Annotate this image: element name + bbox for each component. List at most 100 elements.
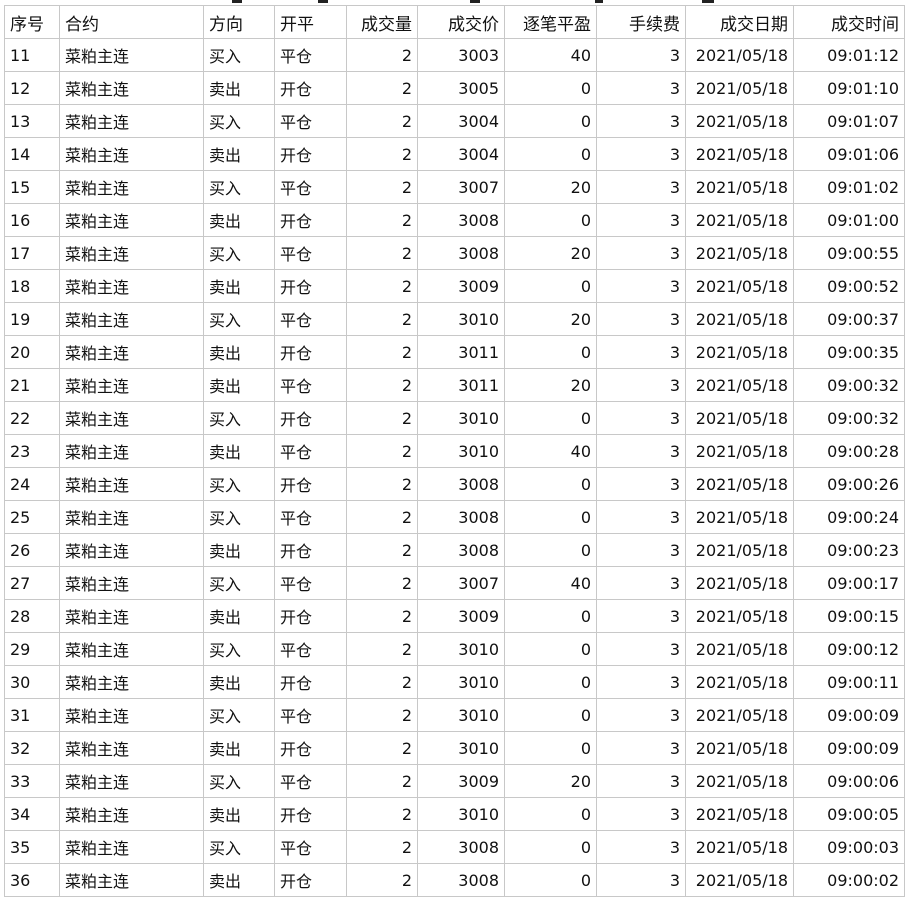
- cell-fee: 3: [596, 467, 686, 501]
- cell-volume: 2: [346, 434, 418, 468]
- column-header-direction[interactable]: 方向: [203, 5, 275, 39]
- column-header-fee[interactable]: 手续费: [596, 5, 686, 39]
- cell-date: 2021/05/18: [685, 698, 794, 732]
- cell-seq: 30: [4, 665, 60, 699]
- cell-direction: 买入: [203, 500, 275, 534]
- cell-close-pnl: 0: [504, 467, 597, 501]
- cell-price: 3008: [417, 236, 505, 270]
- cell-contract: 菜粕主连: [59, 302, 204, 336]
- column-header-open-close[interactable]: 开平: [274, 5, 347, 39]
- cell-volume: 2: [346, 863, 418, 897]
- cell-time: 09:00:28: [793, 434, 905, 468]
- cell-volume: 2: [346, 599, 418, 633]
- cell-open-close: 平仓: [274, 566, 347, 600]
- cell-fee: 3: [596, 368, 686, 402]
- cell-seq: 35: [4, 830, 60, 864]
- table-row[interactable]: 12 菜粕主连 卖出 开仓 2 3005 0 3 2021/05/18 09:01:10: [4, 71, 905, 105]
- table-row[interactable]: 17 菜粕主连 买入 平仓 2 3008 20 3 2021/05/18 09:00:55: [4, 236, 905, 270]
- cell-price: 3010: [417, 698, 505, 732]
- cell-date: 2021/05/18: [685, 203, 794, 237]
- cell-time: 09:00:32: [793, 401, 905, 435]
- cell-direction: 买入: [203, 104, 275, 138]
- cell-close-pnl: 40: [504, 434, 597, 468]
- cell-date: 2021/05/18: [685, 764, 794, 798]
- table-row[interactable]: 21 菜粕主连 卖出 平仓 2 3011 20 3 2021/05/18 09:00:32: [4, 368, 905, 402]
- cell-contract: 菜粕主连: [59, 863, 204, 897]
- cell-close-pnl: 0: [504, 830, 597, 864]
- table-row[interactable]: 32 菜粕主连 卖出 开仓 2 3010 0 3 2021/05/18 09:00:09: [4, 731, 905, 765]
- cell-price: 3009: [417, 599, 505, 633]
- cell-open-close: 开仓: [274, 335, 347, 369]
- cell-seq: 24: [4, 467, 60, 501]
- cell-date: 2021/05/18: [685, 500, 794, 534]
- cell-contract: 菜粕主连: [59, 797, 204, 831]
- cell-price: 3007: [417, 170, 505, 204]
- cell-seq: 36: [4, 863, 60, 897]
- cell-open-close: 开仓: [274, 269, 347, 303]
- table-row[interactable]: 22 菜粕主连 买入 开仓 2 3010 0 3 2021/05/18 09:00:32: [4, 401, 905, 435]
- cell-price: 3009: [417, 269, 505, 303]
- cell-open-close: 开仓: [274, 137, 347, 171]
- table-row[interactable]: 36 菜粕主连 卖出 开仓 2 3008 0 3 2021/05/18 09:00:02: [4, 863, 905, 897]
- column-header-seq[interactable]: 序号: [4, 5, 60, 39]
- column-header-volume[interactable]: 成交量: [346, 5, 418, 39]
- cell-price: 3008: [417, 863, 505, 897]
- table-row[interactable]: 14 菜粕主连 卖出 开仓 2 3004 0 3 2021/05/18 09:01:06: [4, 137, 905, 171]
- cell-open-close: 平仓: [274, 170, 347, 204]
- cell-price: 3007: [417, 566, 505, 600]
- table-row[interactable]: 25 菜粕主连 买入 平仓 2 3008 0 3 2021/05/18 09:00:24: [4, 500, 905, 534]
- cell-fee: 3: [596, 335, 686, 369]
- table-row[interactable]: 23 菜粕主连 卖出 平仓 2 3010 40 3 2021/05/18 09:00:28: [4, 434, 905, 468]
- table-row[interactable]: 20 菜粕主连 卖出 开仓 2 3011 0 3 2021/05/18 09:00:35: [4, 335, 905, 369]
- column-header-date[interactable]: 成交日期: [685, 5, 794, 39]
- cell-date: 2021/05/18: [685, 566, 794, 600]
- cell-close-pnl: 0: [504, 533, 597, 567]
- cell-fee: 3: [596, 269, 686, 303]
- table-row[interactable]: 35 菜粕主连 买入 平仓 2 3008 0 3 2021/05/18 09:00:03: [4, 830, 905, 864]
- table-row[interactable]: 31 菜粕主连 买入 平仓 2 3010 0 3 2021/05/18 09:00:09: [4, 698, 905, 732]
- cell-seq: 14: [4, 137, 60, 171]
- cell-direction: 买入: [203, 698, 275, 732]
- cell-time: 09:00:09: [793, 731, 905, 765]
- table-row[interactable]: 19 菜粕主连 买入 平仓 2 3010 20 3 2021/05/18 09:00:37: [4, 302, 905, 336]
- cell-time: 09:00:17: [793, 566, 905, 600]
- table-row[interactable]: 29 菜粕主连 买入 平仓 2 3010 0 3 2021/05/18 09:00:12: [4, 632, 905, 666]
- cell-contract: 菜粕主连: [59, 731, 204, 765]
- cell-time: 09:00:06: [793, 764, 905, 798]
- table-row[interactable]: 15 菜粕主连 买入 平仓 2 3007 20 3 2021/05/18 09:01:02: [4, 170, 905, 204]
- cell-date: 2021/05/18: [685, 533, 794, 567]
- table-row[interactable]: 26 菜粕主连 卖出 开仓 2 3008 0 3 2021/05/18 09:00:23: [4, 533, 905, 567]
- table-row[interactable]: 28 菜粕主连 卖出 开仓 2 3009 0 3 2021/05/18 09:00:15: [4, 599, 905, 633]
- cell-contract: 菜粕主连: [59, 368, 204, 402]
- cell-seq: 13: [4, 104, 60, 138]
- table-row[interactable]: 33 菜粕主连 买入 平仓 2 3009 20 3 2021/05/18 09:00:06: [4, 764, 905, 798]
- column-header-contract[interactable]: 合约: [59, 5, 204, 39]
- table-row[interactable]: 27 菜粕主连 买入 平仓 2 3007 40 3 2021/05/18 09:00:17: [4, 566, 905, 600]
- cell-volume: 2: [346, 401, 418, 435]
- cell-time: 09:00:05: [793, 797, 905, 831]
- cell-fee: 3: [596, 632, 686, 666]
- cell-price: 3004: [417, 104, 505, 138]
- cell-volume: 2: [346, 797, 418, 831]
- cell-contract: 菜粕主连: [59, 698, 204, 732]
- table-header-row: 序号 合约 方向 开平 成交量 成交价 逐笔平盈 手续费 成交日期 成交时间: [4, 5, 905, 39]
- column-header-price[interactable]: 成交价: [417, 5, 505, 39]
- cell-close-pnl: 0: [504, 104, 597, 138]
- cell-fee: 3: [596, 764, 686, 798]
- column-header-close-pnl[interactable]: 逐笔平盈: [504, 5, 597, 39]
- table-row[interactable]: 30 菜粕主连 卖出 开仓 2 3010 0 3 2021/05/18 09:00:11: [4, 665, 905, 699]
- table-row[interactable]: 11 菜粕主连 买入 平仓 2 3003 40 3 2021/05/18 09:01:12: [4, 38, 905, 72]
- column-header-time[interactable]: 成交时间: [793, 5, 905, 39]
- cell-fee: 3: [596, 665, 686, 699]
- table-row[interactable]: 16 菜粕主连 卖出 开仓 2 3008 0 3 2021/05/18 09:01:00: [4, 203, 905, 237]
- table-row[interactable]: 24 菜粕主连 买入 开仓 2 3008 0 3 2021/05/18 09:00:26: [4, 467, 905, 501]
- table-row[interactable]: 34 菜粕主连 卖出 开仓 2 3010 0 3 2021/05/18 09:00:05: [4, 797, 905, 831]
- cell-open-close: 平仓: [274, 236, 347, 270]
- table-row[interactable]: 18 菜粕主连 卖出 开仓 2 3009 0 3 2021/05/18 09:00:52: [4, 269, 905, 303]
- cell-direction: 卖出: [203, 599, 275, 633]
- cell-time: 09:01:07: [793, 104, 905, 138]
- table-row[interactable]: 13 菜粕主连 买入 平仓 2 3004 0 3 2021/05/18 09:01:07: [4, 104, 905, 138]
- cell-volume: 2: [346, 830, 418, 864]
- cell-contract: 菜粕主连: [59, 170, 204, 204]
- cell-direction: 买入: [203, 170, 275, 204]
